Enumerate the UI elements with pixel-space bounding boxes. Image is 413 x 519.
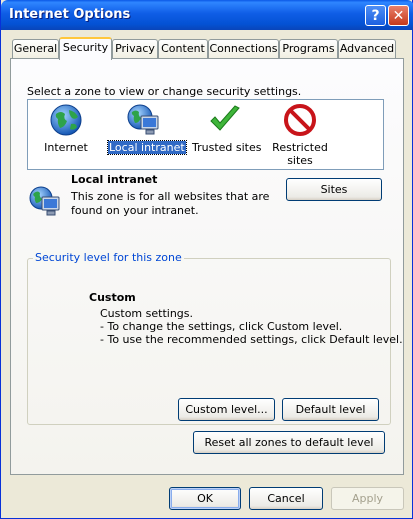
help-icon: ? bbox=[371, 7, 380, 24]
tab-advanced[interactable]: Advanced bbox=[338, 39, 396, 58]
zone-local-intranet[interactable]: Local intranet bbox=[107, 102, 187, 155]
zone-trusted-sites[interactable]: Trusted sites bbox=[192, 102, 262, 154]
default-level-button[interactable]: Default level bbox=[282, 398, 379, 421]
local-intranet-icon bbox=[125, 102, 161, 138]
tab-programs[interactable]: Programs bbox=[279, 39, 338, 58]
zone-local-intranet-label: Local intranet bbox=[107, 140, 187, 155]
globe-icon bbox=[48, 102, 84, 138]
security-level-group: Security level for this zone Custom Cust… bbox=[27, 251, 403, 425]
close-icon: ✕ bbox=[392, 7, 405, 24]
zone-info-title: Local intranet bbox=[71, 173, 158, 186]
security-level-line3: - To use the recommended settings, click… bbox=[100, 333, 403, 346]
zone-instruction: Select a zone to view or change security… bbox=[27, 85, 302, 98]
restricted-icon bbox=[282, 102, 318, 138]
security-level-line1: Custom settings. bbox=[100, 307, 194, 320]
apply-button[interactable]: Apply bbox=[331, 487, 404, 510]
tab-general[interactable]: General bbox=[12, 39, 59, 58]
zone-restricted-sites[interactable]: Restricted sites bbox=[270, 102, 330, 167]
close-button[interactable]: ✕ bbox=[388, 5, 409, 26]
zone-restricted-label-line2: sites bbox=[287, 154, 313, 167]
custom-level-button[interactable]: Custom level... bbox=[178, 398, 275, 421]
checkmark-icon bbox=[207, 102, 243, 138]
security-tab-panel: Select a zone to view or change security… bbox=[10, 58, 404, 475]
tab-content[interactable]: Content bbox=[158, 39, 208, 58]
zone-internet-label: Internet bbox=[44, 141, 88, 154]
sites-button[interactable]: Sites bbox=[286, 178, 382, 201]
window-title: Internet Options bbox=[9, 7, 131, 22]
zone-restricted-label-line1: Restricted bbox=[272, 141, 328, 154]
local-intranet-info-icon bbox=[27, 183, 63, 219]
zone-list[interactable]: Internet Local intranet Trusted sites Re… bbox=[27, 99, 384, 170]
zone-trusted-sites-label: Trusted sites bbox=[192, 141, 262, 154]
security-level-title: Custom bbox=[89, 291, 136, 304]
zone-info-desc-line2: found on your intranet. bbox=[71, 204, 199, 217]
tab-security[interactable]: Security bbox=[59, 37, 112, 60]
help-button[interactable]: ? bbox=[365, 5, 386, 26]
zone-info-desc-line1: This zone is for all websites that are bbox=[71, 190, 270, 203]
internet-options-window: Internet Options ? ✕ General Security Pr… bbox=[0, 0, 413, 519]
tab-connections[interactable]: Connections bbox=[208, 39, 279, 58]
zone-internet[interactable]: Internet bbox=[40, 102, 92, 154]
security-level-line2: - To change the settings, click Custom l… bbox=[100, 320, 343, 333]
security-level-group-title: Security level for this zone bbox=[33, 251, 184, 264]
reset-all-zones-button[interactable]: Reset all zones to default level bbox=[193, 431, 385, 454]
ok-button[interactable]: OK bbox=[169, 487, 241, 510]
cancel-button[interactable]: Cancel bbox=[249, 487, 323, 510]
title-bar[interactable]: Internet Options ? ✕ bbox=[1, 0, 413, 30]
tab-privacy[interactable]: Privacy bbox=[112, 39, 158, 58]
